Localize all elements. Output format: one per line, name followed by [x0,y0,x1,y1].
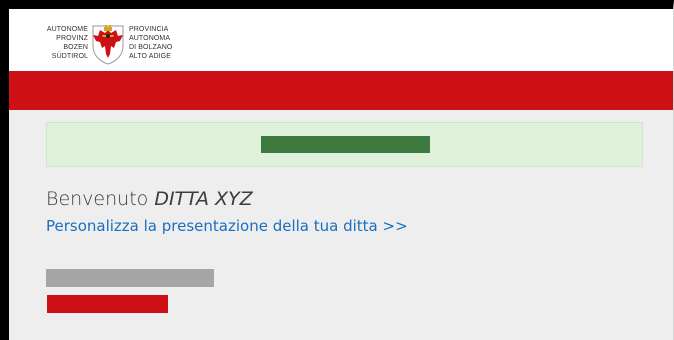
welcome-prefix: Benvenuto [46,188,149,210]
personalize-company-link[interactable]: Personalizza la presentazione della tua … [46,216,408,236]
redacted-red-button[interactable] [47,295,168,313]
welcome-heading: Benvenuto DITTA XYZ [46,188,253,210]
main-content: Benvenuto DITTA XYZ Personalizza la pres… [9,110,673,340]
logo-text-german: AUTONOME PROVINZ BOZEN SÜDTIROL [31,25,88,61]
logo-line: PROVINZ [56,35,88,42]
company-name: DITTA XYZ [154,188,253,210]
redacted-grey-button[interactable] [46,269,214,287]
logo-line: PROVINCIA [129,26,169,33]
logo-line: BOZEN [63,44,88,51]
redacted-notice-text [261,136,430,153]
navigation-bar [9,71,673,110]
logo-line: ALTO ADIGE [129,53,171,60]
site-header: AUTONOME PROVINZ BOZEN SÜDTIROL PROVINCI… [9,9,673,71]
logo-text-italian: PROVINCIA AUTONOMA DI BOLZANO ALTO ADIGE [129,25,199,61]
logo-line: AUTONOME [46,26,88,33]
success-notice [46,122,643,167]
logo-line: AUTONOMA [129,35,171,42]
logo-line: DI BOLZANO [129,44,173,51]
logo-line: SÜDTIROL [51,53,88,60]
page-frame: AUTONOME PROVINZ BOZEN SÜDTIROL PROVINCI… [0,0,674,340]
eagle-coat-of-arms-icon[interactable] [90,24,126,65]
